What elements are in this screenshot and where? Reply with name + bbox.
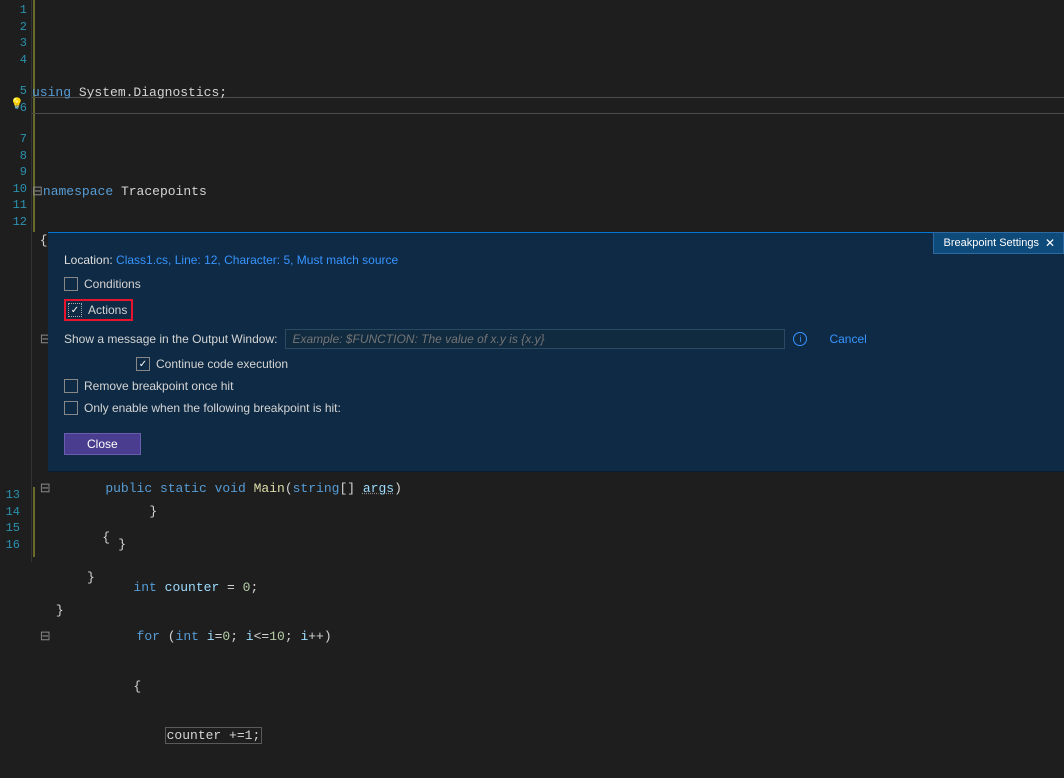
conditions-label: Conditions (84, 277, 141, 291)
close-icon[interactable]: ✕ (1045, 236, 1055, 250)
actions-highlight-box: Actions (64, 299, 133, 321)
remove-once-hit-label: Remove breakpoint once hit (84, 379, 233, 393)
line-numbers-below: 13 14 15 16 (0, 487, 24, 553)
info-icon[interactable]: i (793, 332, 807, 346)
actions-checkbox[interactable] (68, 303, 82, 317)
tracepoint-message-input[interactable] (285, 329, 785, 349)
cancel-link[interactable]: Cancel (829, 332, 866, 346)
show-message-label: Show a message in the Output Window: (64, 332, 277, 346)
continue-execution-label: Continue code execution (156, 357, 288, 371)
panel-title: Breakpoint Settings (944, 237, 1039, 249)
code-below-panel[interactable]: } } } } (48, 487, 157, 636)
panel-title-bar: Breakpoint Settings ✕ (933, 232, 1064, 254)
only-enable-when-label: Only enable when the following breakpoin… (84, 401, 341, 415)
close-button[interactable]: Close (64, 433, 141, 455)
continue-execution-checkbox[interactable] (136, 357, 150, 371)
actions-label: Actions (88, 303, 127, 317)
breakpoint-location: Location: Class1.cs, Line: 12, Character… (64, 253, 1048, 267)
only-enable-when-checkbox[interactable] (64, 401, 78, 415)
breakpoint-settings-panel: Breakpoint Settings ✕ Location: Class1.c… (48, 232, 1064, 472)
conditions-checkbox[interactable] (64, 277, 78, 291)
remove-once-hit-checkbox[interactable] (64, 379, 78, 393)
line-number: 1 (4, 2, 27, 19)
lightbulb-icon[interactable]: 💡 (10, 97, 24, 114)
line-number-gutter: 1 2 3 4 5 6 7 8 9 10 11 12 (0, 0, 32, 562)
